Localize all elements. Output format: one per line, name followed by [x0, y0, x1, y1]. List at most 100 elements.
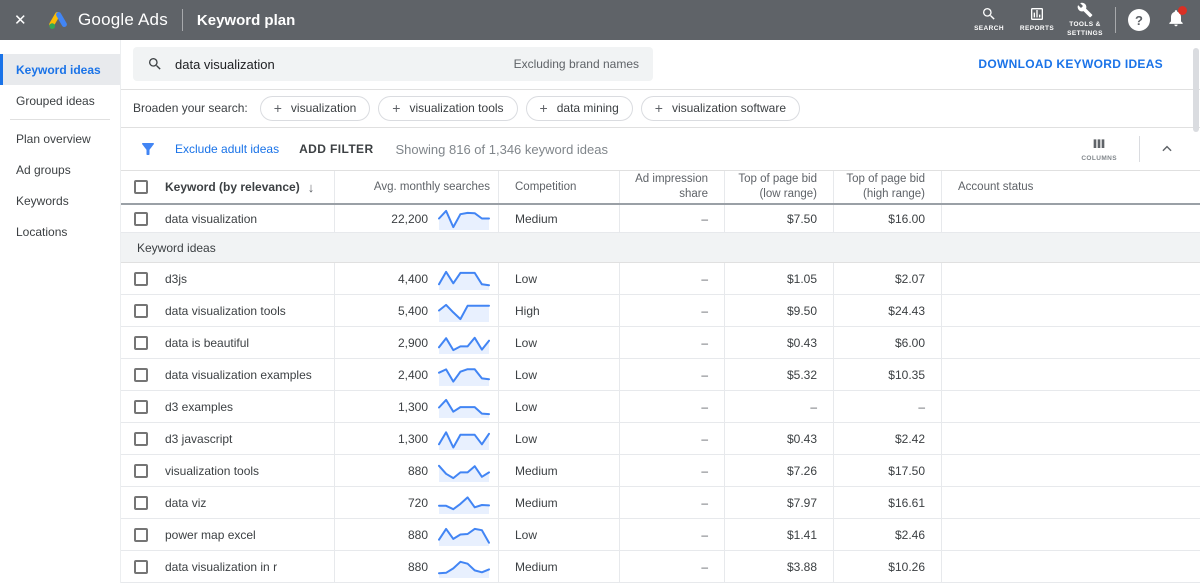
checkbox-cell: [121, 327, 161, 358]
ad-impression-share-cell: –: [619, 295, 724, 326]
search-icon: [981, 6, 997, 22]
exclude-adult-ideas-filter[interactable]: Exclude adult ideas: [175, 142, 279, 156]
chip-visualization[interactable]: +visualization: [260, 96, 371, 121]
keyword-search-input[interactable]: data visualization Excluding brand names: [133, 47, 653, 81]
keyword-cell: data viz: [161, 487, 334, 518]
search-nav-button[interactable]: SEARCH: [965, 6, 1013, 33]
columns-button[interactable]: COLUMNS: [1081, 136, 1117, 163]
chip-data-mining[interactable]: +data mining: [526, 96, 633, 121]
account-status-cell: [941, 295, 1200, 326]
filter-toolbar: Exclude adult ideas ADD FILTER Showing 8…: [121, 128, 1200, 171]
row-checkbox[interactable]: [134, 496, 148, 510]
chip-label: visualization tools: [409, 101, 503, 115]
main-panel: data visualization Excluding brand names…: [120, 40, 1200, 583]
table-header-row: Keyword (by relevance) ↓ Avg. monthly se…: [121, 171, 1200, 205]
keyword-row: data is beautiful2,900Low–$0.43$6.00: [121, 327, 1200, 359]
search-trend-sparkline: [438, 395, 490, 419]
reports-nav-button[interactable]: REPORTS: [1013, 6, 1061, 33]
keyword-row: data visualization examples2,400Low–$5.3…: [121, 359, 1200, 391]
top-bid-low-cell: –: [724, 391, 833, 422]
row-checkbox[interactable]: [134, 304, 148, 318]
header-competition[interactable]: Competition: [498, 171, 619, 203]
select-all-checkbox[interactable]: [134, 180, 148, 194]
sidebar-item-locations[interactable]: Locations: [0, 216, 120, 247]
avg-monthly-searches-cell: 4,400: [334, 263, 498, 294]
top-bid-low-cell: $5.32: [724, 359, 833, 390]
sidebar-item-keyword-ideas[interactable]: Keyword ideas: [0, 54, 120, 85]
sidebar-item-grouped-ideas[interactable]: Grouped ideas: [0, 85, 120, 116]
help-icon[interactable]: ?: [1128, 9, 1150, 31]
account-status-cell: [941, 359, 1200, 390]
search-trend-sparkline: [438, 459, 490, 483]
row-checkbox[interactable]: [134, 212, 148, 226]
chip-label: visualization: [291, 101, 356, 115]
row-checkbox[interactable]: [134, 272, 148, 286]
header-keyword[interactable]: Keyword (by relevance) ↓: [161, 171, 334, 203]
header-top-bid-high[interactable]: Top of page bid (high range): [833, 171, 941, 203]
tools-settings-nav-button[interactable]: TOOLS & SETTINGS: [1061, 2, 1109, 37]
sidebar-item-ad-groups[interactable]: Ad groups: [0, 154, 120, 185]
checkbox-cell: [121, 205, 161, 232]
ad-impression-share-cell: –: [619, 423, 724, 454]
sidebar-item-keywords[interactable]: Keywords: [0, 185, 120, 216]
keyword-row: data visualization tools5,400High–$9.50$…: [121, 295, 1200, 327]
row-checkbox[interactable]: [134, 368, 148, 382]
keyword-row: data viz720Medium–$7.97$16.61: [121, 487, 1200, 519]
avg-monthly-searches-cell: 880: [334, 551, 498, 582]
account-status-cell: [941, 263, 1200, 294]
top-bid-low-cell: $0.43: [724, 423, 833, 454]
close-icon[interactable]: ✕: [14, 11, 34, 29]
broaden-chips: +visualization +visualization tools +dat…: [260, 96, 800, 121]
header-label: Avg. monthly searches: [374, 180, 490, 195]
keyword-cell: d3js: [161, 263, 334, 294]
header-ad-impression-share[interactable]: Ad impression share: [619, 171, 724, 203]
checkbox-cell: [121, 391, 161, 422]
header-top-bid-low[interactable]: Top of page bid (low range): [724, 171, 833, 203]
ad-impression-share-cell: –: [619, 205, 724, 232]
avg-monthly-searches-cell: 22,200: [334, 205, 498, 232]
row-checkbox[interactable]: [134, 432, 148, 446]
search-trend-sparkline: [438, 363, 490, 387]
sidebar-item-plan-overview[interactable]: Plan overview: [0, 123, 120, 154]
plus-icon: +: [655, 101, 663, 115]
account-status-cell: [941, 327, 1200, 358]
header-account-status[interactable]: Account status: [941, 171, 1200, 203]
collapse-chevron-up-icon[interactable]: [1160, 142, 1174, 156]
ad-impression-share-cell: –: [619, 359, 724, 390]
top-bid-high-cell: $24.43: [833, 295, 941, 326]
row-checkbox[interactable]: [134, 560, 148, 574]
top-bid-low-cell: $1.05: [724, 263, 833, 294]
header-avg-monthly-searches[interactable]: Avg. monthly searches: [334, 171, 498, 203]
plus-icon: +: [392, 101, 400, 115]
avg-monthly-searches-cell: 1,300: [334, 423, 498, 454]
keyword-row: d3js4,400Low–$1.05$2.07: [121, 263, 1200, 295]
avg-monthly-searches-cell: 5,400: [334, 295, 498, 326]
top-bid-high-cell: $2.07: [833, 263, 941, 294]
row-checkbox[interactable]: [134, 336, 148, 350]
vertical-scrollbar-thumb[interactable]: [1193, 48, 1199, 132]
keyword-idea-rows: d3js4,400Low–$1.05$2.07data visualizatio…: [121, 263, 1200, 583]
download-keyword-ideas-link[interactable]: DOWNLOAD KEYWORD IDEAS: [978, 57, 1163, 71]
account-status-cell: [941, 487, 1200, 518]
header-label: Ad impression share: [620, 172, 708, 202]
chip-label: visualization software: [672, 101, 786, 115]
keyword-cell: data visualization in r: [161, 551, 334, 582]
chip-visualization-tools[interactable]: + visualization tools: [378, 96, 517, 121]
topbar-right: SEARCH REPORTS TOOLS & SETTINGS ?: [965, 2, 1200, 37]
keyword-row: d3 examples1,300Low–––: [121, 391, 1200, 423]
row-checkbox[interactable]: [134, 400, 148, 414]
keyword-cell: data visualization tools: [161, 295, 334, 326]
row-checkbox[interactable]: [134, 528, 148, 542]
notifications-bell-icon[interactable]: [1166, 8, 1186, 33]
broaden-search-section: Broaden your search: +visualization +vis…: [121, 90, 1200, 128]
top-bid-high-cell: $10.35: [833, 359, 941, 390]
add-filter-button[interactable]: ADD FILTER: [299, 142, 373, 156]
competition-cell: Low: [498, 391, 619, 422]
row-checkbox[interactable]: [134, 464, 148, 478]
header-label: Top of page bid (low range): [725, 172, 817, 202]
sidebar-divider: [10, 119, 110, 120]
chip-visualization-software[interactable]: + visualization software: [641, 96, 800, 121]
competition-cell: Medium: [498, 205, 619, 232]
header-label: Account status: [958, 180, 1033, 195]
columns-label: COLUMNS: [1081, 155, 1117, 163]
